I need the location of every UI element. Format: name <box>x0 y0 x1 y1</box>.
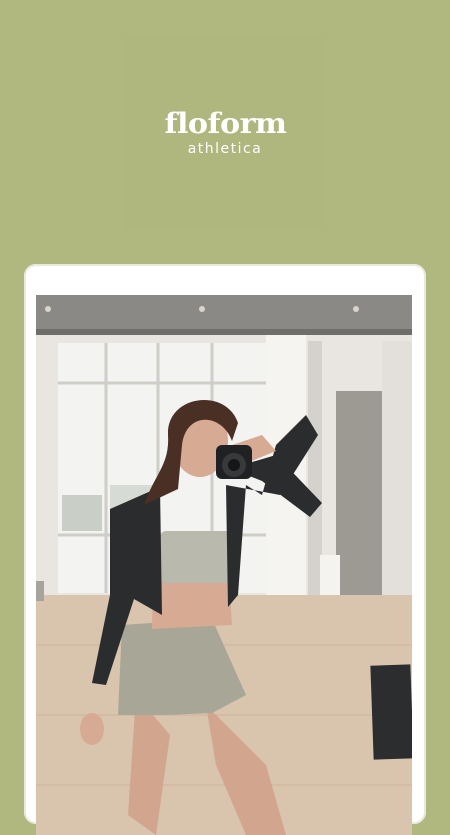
brand-wordmark: floform <box>163 106 287 140</box>
hero-photo <box>36 295 412 835</box>
logo: floform athletica <box>125 35 325 230</box>
fitness-model-photo-icon <box>36 295 412 835</box>
device-frame <box>24 264 426 835</box>
brand-tagline: athletica <box>187 140 263 157</box>
